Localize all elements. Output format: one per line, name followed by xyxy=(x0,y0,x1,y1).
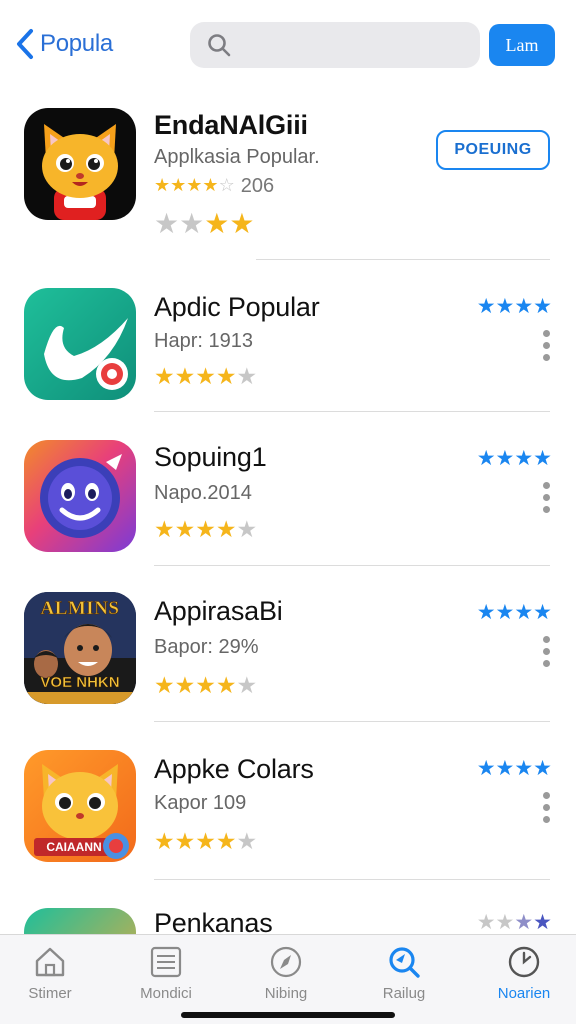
rating-stars: ★ ★ ★ ★ xyxy=(154,208,255,239)
app-subtitle: Hapr: 1913 xyxy=(154,330,253,352)
more-options-button[interactable] xyxy=(542,636,550,667)
status-bar xyxy=(0,0,576,10)
app-title: Penkanas xyxy=(154,908,273,934)
search-bar[interactable] xyxy=(190,22,480,68)
list-item[interactable]: EndaNAlGiii Applkasia Popular. ★ ★ ★ ★ ☆ 206… xyxy=(0,100,576,260)
tab-label: Noarien xyxy=(497,985,551,1002)
app-subtitle: Kapor 109 xyxy=(154,792,247,814)
rating-stars-small: ★ ★ ★ ★ ☆ 206 xyxy=(154,175,275,197)
divider xyxy=(154,721,550,722)
app-subtitle: Bapor: 29% xyxy=(154,636,259,658)
tab-label: Stimer xyxy=(28,985,72,1002)
get-button[interactable]: POEUING xyxy=(436,130,550,170)
search-input[interactable] xyxy=(240,34,460,56)
list-item[interactable]: ALMINS VOE NHKN AppirasaBi Bapor: 29% ★ ★… xyxy=(0,576,576,722)
rating-stars: ★ ★ ★ ★ ★ xyxy=(154,672,258,698)
app-subtitle: Napo.2014 xyxy=(154,482,252,504)
list-icon xyxy=(150,946,182,978)
rating-stars-blue: ★ ★ ★ ★ xyxy=(476,757,552,780)
back-label: Popula xyxy=(40,30,113,57)
chevron-left-icon xyxy=(17,29,33,59)
tab-label: Railug xyxy=(382,985,426,1002)
back-button[interactable]: Popula xyxy=(14,28,113,60)
divider xyxy=(154,879,550,880)
tab-railug[interactable]: Railug xyxy=(354,943,454,1002)
clock-icon xyxy=(508,946,540,978)
app-icon-cat-orange: CAIAANN xyxy=(24,750,136,862)
more-options-button[interactable] xyxy=(542,792,550,823)
icon-caption: CAIAANN xyxy=(46,840,102,854)
app-title: EndaNAlGiii xyxy=(154,110,308,140)
rating-stars: ★ ★ ★ ★ ★ xyxy=(154,828,258,854)
rating-stars-blue: ★ ★ ★ ★ xyxy=(476,601,552,624)
list-item[interactable]: Sopuing1 Napo.2014 ★ ★ ★ ★ ★ ★ ★ ★ ★ xyxy=(0,422,576,566)
navigation-bar: Popula Lam xyxy=(0,14,576,78)
search-icon xyxy=(389,947,420,978)
divider xyxy=(154,411,550,412)
compass-icon xyxy=(270,946,302,978)
tab-label: Mondici xyxy=(140,985,192,1002)
nav-action-button[interactable]: Lam xyxy=(489,24,555,66)
rating-stars-blue: ★ ★ ★ ★ xyxy=(476,447,552,470)
icon-caption-bottom: VOE NHKN xyxy=(40,674,120,692)
more-options-button[interactable] xyxy=(542,482,550,513)
app-title: Appke Colars xyxy=(154,754,314,784)
app-icon-swoosh xyxy=(24,288,136,400)
app-title: Apdic Popular xyxy=(154,292,320,322)
list-item[interactable]: CAIAANN Appke Colars Kapor 109 ★ ★ ★ ★ ★ ★ ★ ★… xyxy=(0,732,576,880)
search-icon xyxy=(208,34,231,57)
more-options-button[interactable] xyxy=(542,330,550,361)
app-icon-smile xyxy=(24,440,136,552)
rating-stars: ★ ★ ★ ★ ★ xyxy=(154,516,258,542)
divider xyxy=(154,565,550,566)
home-indicator xyxy=(181,1012,395,1018)
rating-stars: ★ ★ ★ ★ ★ xyxy=(154,363,258,389)
app-title: Sopuing1 xyxy=(154,442,267,472)
divider xyxy=(256,259,550,260)
home-icon xyxy=(35,947,65,977)
tab-nibing[interactable]: Nibing xyxy=(236,943,336,1002)
tab-label: Nibing xyxy=(264,985,308,1002)
app-icon-poster: ALMINS VOE NHKN xyxy=(24,592,136,704)
app-title: AppirasaBi xyxy=(154,596,283,626)
list-item[interactable]: Penkanas ★ ★ ★ ★ xyxy=(0,890,576,934)
tab-mondici[interactable]: Mondici xyxy=(116,943,216,1002)
app-icon-cat xyxy=(24,108,136,220)
tab-noarien[interactable]: Noarien xyxy=(474,943,574,1002)
rating-count: 206 xyxy=(240,175,275,197)
tab-stimer[interactable]: Stimer xyxy=(0,943,100,1002)
tab-bar: Stimer Mondici Nibing Railug Noarien xyxy=(0,934,576,1024)
rating-stars-partial: ★ ★ ★ ★ xyxy=(476,911,552,934)
app-icon-partial xyxy=(24,908,136,934)
list-item[interactable]: Apdic Popular Hapr: 1913 ★ ★ ★ ★ ★ ★ ★ ★ ★ xyxy=(0,270,576,412)
rating-stars-blue: ★ ★ ★ ★ xyxy=(476,295,552,318)
app-subtitle: Applkasia Popular. xyxy=(154,146,320,168)
icon-caption-top: ALMINS xyxy=(40,598,120,620)
